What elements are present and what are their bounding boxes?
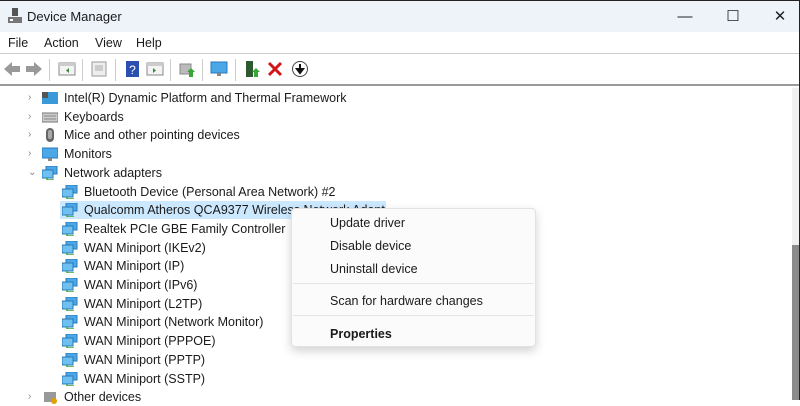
network-icon [62, 278, 78, 292]
toolbar-separator [170, 59, 171, 81]
category-item[interactable]: › Intel(R) Dynamic Platform and Thermal F… [28, 89, 640, 107]
item-label: WAN Miniport (PPTP) [84, 352, 206, 367]
monitor-icon [42, 147, 58, 162]
scan-hardware-icon[interactable] [210, 60, 228, 78]
menu-item-update-driver[interactable]: Update driver [330, 216, 405, 230]
item-label: Network adapters [64, 165, 162, 180]
item-label: Keyboards [64, 109, 124, 124]
network-icon [62, 352, 78, 367]
vertical-scrollbar[interactable] [792, 88, 799, 400]
item-label: WAN Miniport (Network Monitor) [84, 315, 264, 330]
chevron-right-icon[interactable]: › [28, 126, 31, 144]
menu-help[interactable]: Help [136, 36, 162, 50]
item-label: Intel(R) Dynamic Platform and Thermal Fr… [64, 91, 347, 105]
context-menu: Update driver Disable device Uninstall d… [291, 208, 536, 347]
toolbar-separator [82, 59, 83, 81]
menu-item-disable-device[interactable]: Disable device [330, 239, 411, 253]
title-bar: Device Manager — ☐ ✕ [0, 0, 800, 32]
action-pane-icon[interactable] [146, 60, 164, 78]
network-icon [62, 240, 78, 255]
network-icon [62, 184, 78, 199]
network-icon [62, 296, 78, 311]
network-icon [62, 315, 78, 330]
menu-separator [293, 283, 534, 284]
help-icon[interactable]: ? [124, 60, 142, 78]
item-label: Realtek PCIe GBE Family Controller [84, 221, 286, 236]
network-icon [42, 165, 58, 180]
other-devices-icon [44, 392, 57, 405]
enable-device-icon[interactable] [243, 60, 261, 78]
category-item[interactable]: ⌄ Network adapters [28, 164, 640, 182]
item-label: WAN Miniport (IKEv2) [84, 240, 206, 255]
scrollbar-thumb[interactable] [792, 245, 799, 400]
properties-icon[interactable] [90, 60, 108, 78]
menu-view[interactable]: View [95, 36, 122, 50]
menu-action[interactable]: Action [44, 36, 79, 50]
uninstall-icon[interactable] [266, 60, 284, 78]
menu-file[interactable]: File [8, 36, 28, 50]
toolbar-separator [235, 59, 236, 81]
item-label: WAN Miniport (IP) [84, 259, 185, 274]
chevron-down-icon[interactable]: ⌄ [28, 164, 36, 182]
forward-icon[interactable] [25, 60, 43, 78]
device-item[interactable]: WAN Miniport (SSTP) [60, 370, 660, 388]
item-label: Other devices [64, 390, 142, 405]
minimize-button[interactable]: — [665, 5, 705, 29]
device-item[interactable]: Bluetooth Device (Personal Area Network)… [60, 183, 660, 201]
category-item[interactable]: › Other devices [28, 388, 640, 406]
menu-item-properties[interactable]: Properties [330, 327, 392, 341]
menu-item-scan-hardware[interactable]: Scan for hardware changes [330, 294, 483, 308]
category-item[interactable]: › Keyboards [28, 108, 640, 126]
show-hide-console-tree-icon[interactable] [58, 60, 76, 78]
close-button[interactable]: ✕ [760, 5, 800, 29]
chevron-right-icon[interactable]: › [28, 388, 31, 406]
back-icon[interactable] [3, 60, 21, 78]
window-title: Device Manager [27, 9, 122, 24]
toolbar-separator [49, 59, 50, 81]
svg-text:?: ? [129, 63, 136, 77]
item-label: WAN Miniport (SSTP) [84, 371, 206, 386]
network-icon [62, 203, 78, 218]
maximize-button[interactable]: ☐ [713, 5, 753, 29]
item-label: WAN Miniport (L2TP) [84, 296, 203, 311]
item-label: Monitors [64, 147, 112, 162]
chevron-right-icon[interactable]: › [28, 108, 31, 126]
menu-separator [293, 315, 534, 316]
network-icon [62, 334, 78, 349]
item-label: Mice and other pointing devices [64, 128, 240, 143]
intel-icon [42, 92, 58, 104]
network-icon [62, 221, 78, 236]
network-icon [62, 259, 78, 274]
toolbar-separator [115, 59, 116, 81]
update-driver-icon[interactable] [178, 60, 196, 78]
item-label: Bluetooth Device (Personal Area Network)… [84, 184, 336, 199]
category-item[interactable]: › Monitors [28, 145, 640, 163]
toolbar: ? [0, 54, 800, 86]
device-manager-icon [8, 8, 22, 23]
keyboard-icon [42, 112, 58, 123]
disable-device-icon[interactable] [291, 60, 309, 78]
item-label: WAN Miniport (PPPOE) [84, 334, 216, 349]
network-icon [62, 371, 78, 386]
menu-bar: File Action View Help [0, 32, 800, 54]
item-label: WAN Miniport (IPv6) [84, 278, 198, 292]
device-item[interactable]: WAN Miniport (PPTP) [60, 351, 660, 369]
chevron-right-icon[interactable]: › [28, 89, 31, 107]
mouse-icon [46, 128, 54, 143]
chevron-right-icon[interactable]: › [28, 145, 31, 163]
menu-item-uninstall-device[interactable]: Uninstall device [330, 262, 418, 276]
toolbar-separator [202, 59, 203, 81]
category-item[interactable]: › Mice and other pointing devices [28, 126, 640, 144]
